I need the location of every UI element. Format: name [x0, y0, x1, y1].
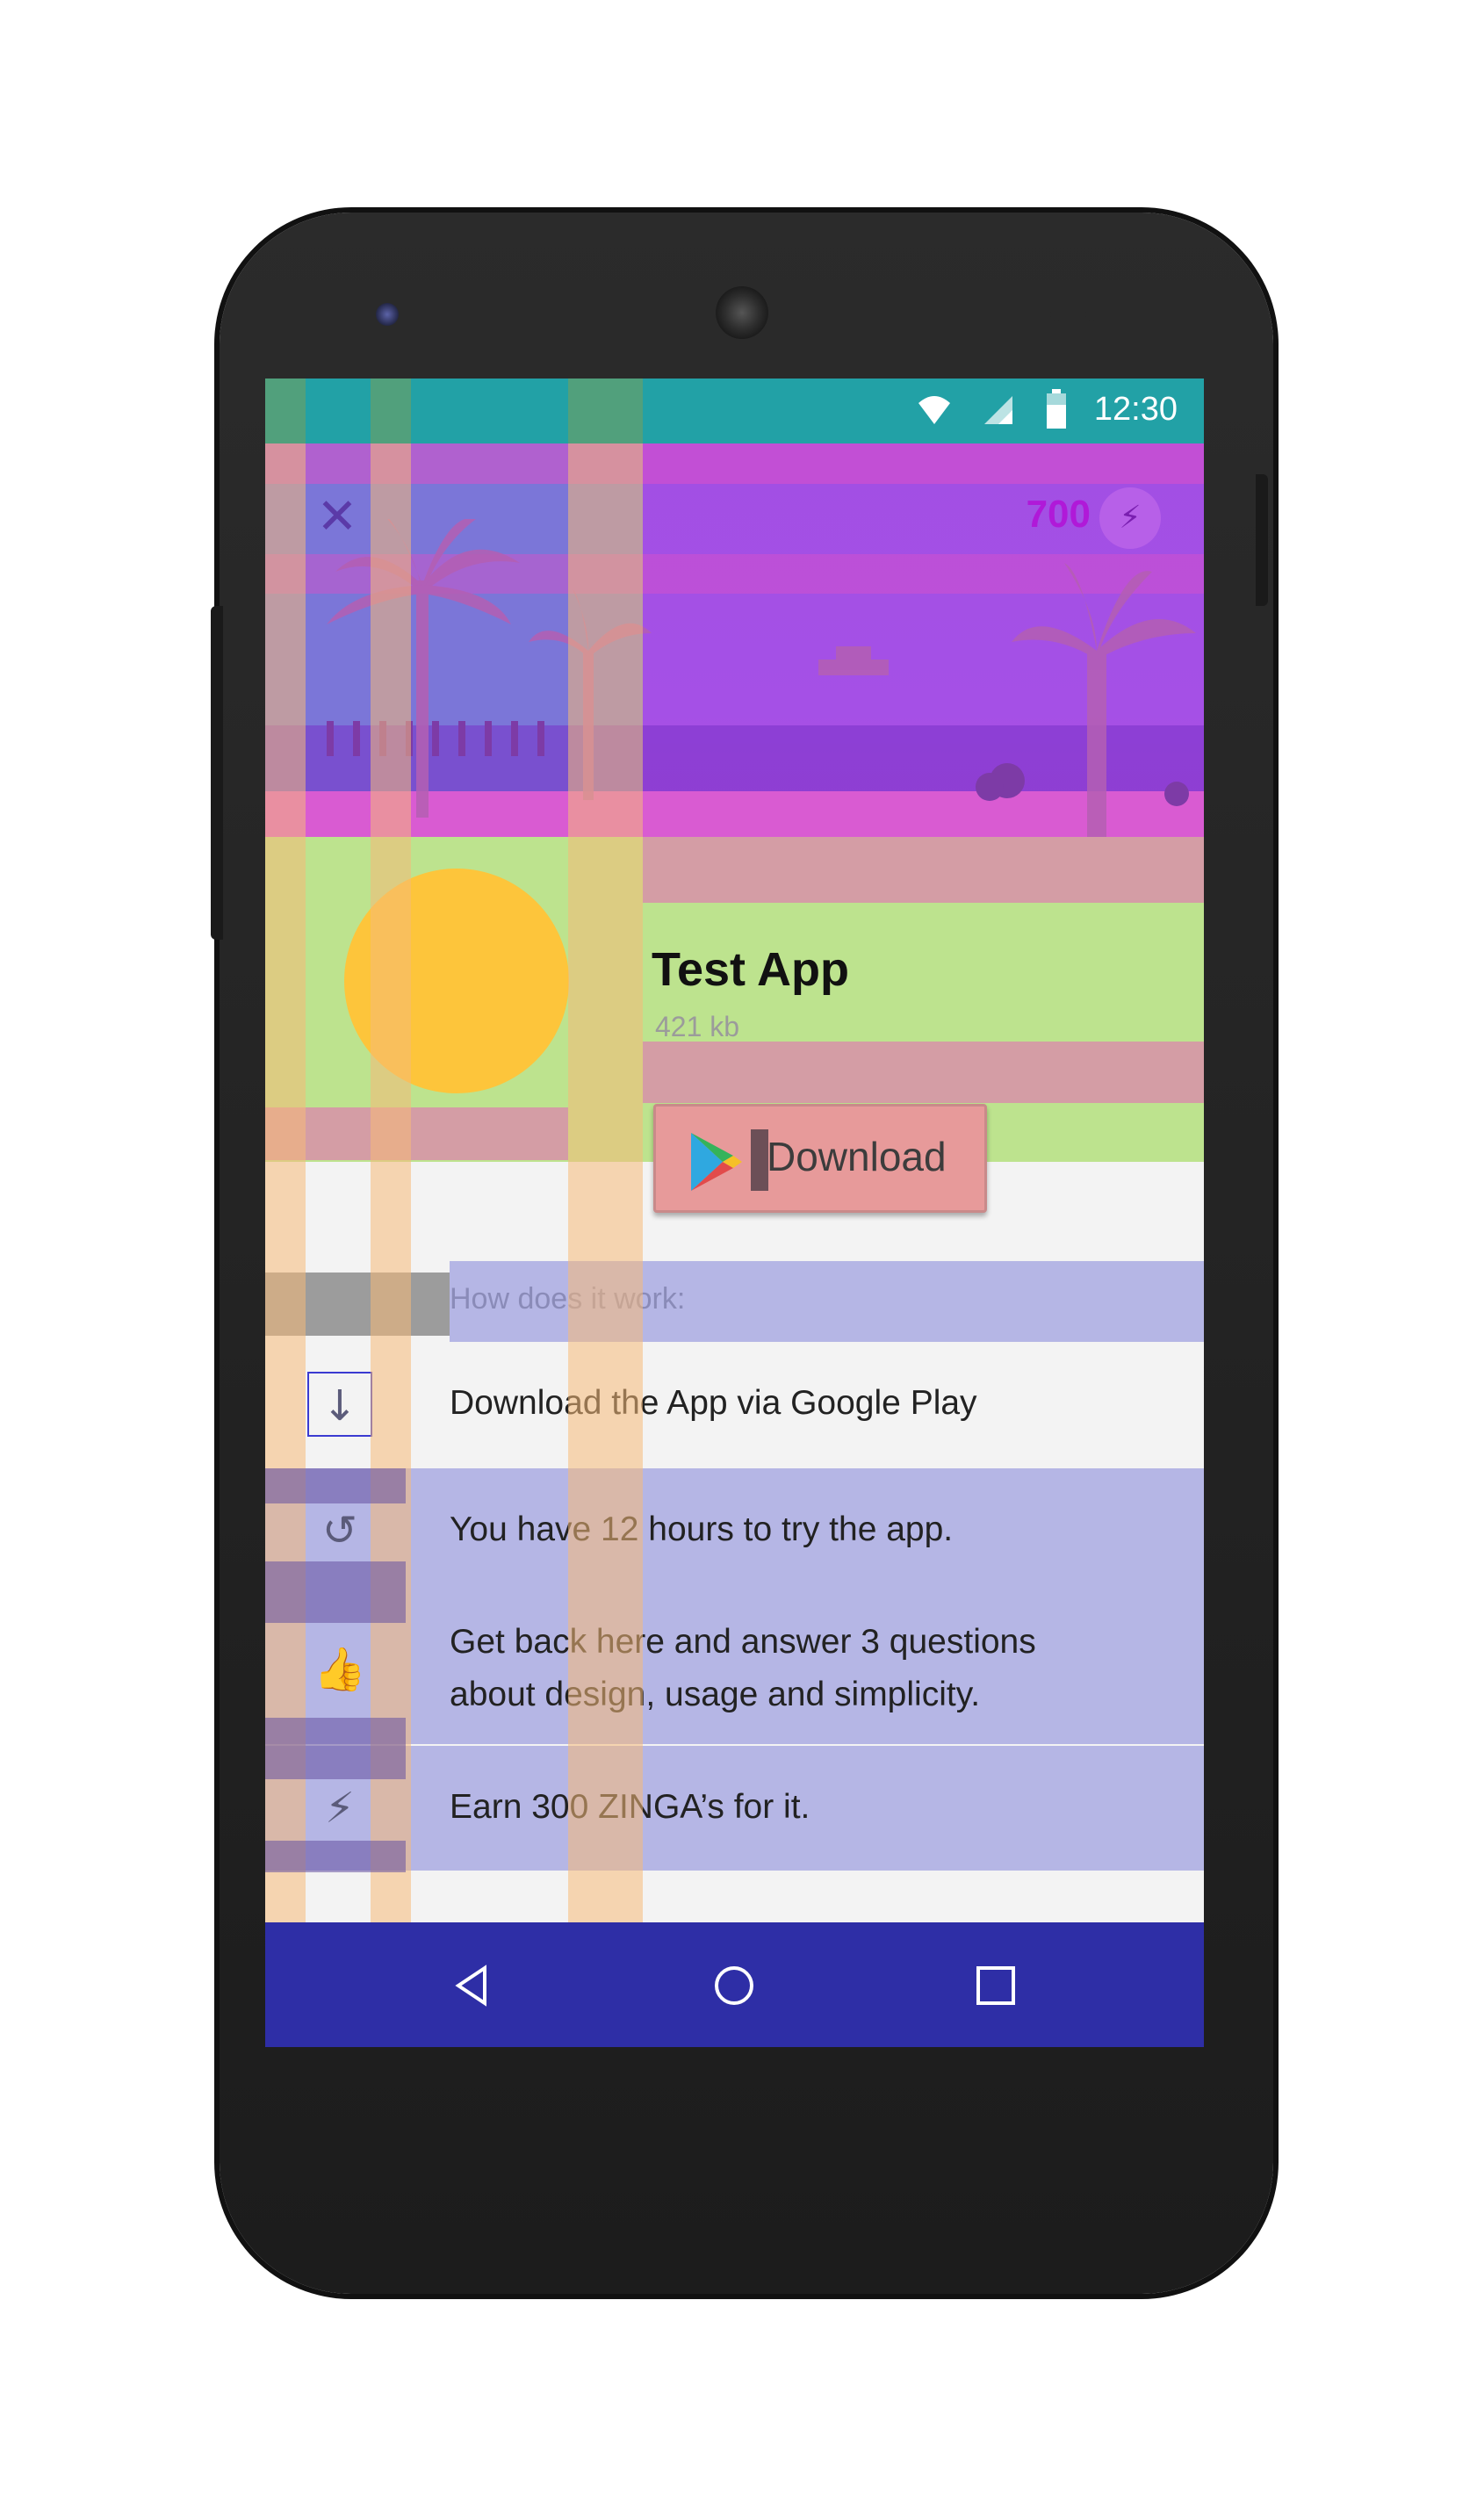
- power-button: [1256, 474, 1268, 606]
- app-title: Test App: [652, 943, 849, 996]
- recents-icon[interactable]: [975, 1965, 1017, 2007]
- download-label: Download: [767, 1134, 947, 1179]
- home-icon[interactable]: [713, 1965, 755, 2007]
- phone-screen: 12:30 ✕ 700 ⚡ Test App 421 kb Download H…: [265, 379, 1204, 2047]
- overlay-block: [265, 1841, 406, 1872]
- lightning-icon[interactable]: ⚡: [1099, 487, 1161, 549]
- overlay-column: [371, 379, 411, 443]
- lightning-icon: ⚡: [325, 1784, 355, 1833]
- step-text-line-2: about design, usage and simplicity.: [450, 1676, 981, 1713]
- overlay-column: [371, 443, 411, 1922]
- overlay-block: [265, 1107, 568, 1160]
- thumbs-up-down-icon: 👍: [313, 1645, 366, 1694]
- step-text-line-1: Get back here and answer 3 questions: [450, 1623, 1036, 1661]
- front-camera: [376, 303, 399, 326]
- overlay-column: [265, 443, 306, 1922]
- google-play-icon: [691, 1133, 742, 1191]
- step-text: You have 12 hours to try the app.: [450, 1510, 954, 1548]
- overlay-column: [568, 443, 643, 1928]
- status-time: 12:30: [1093, 391, 1178, 428]
- app-size: 421 kb: [655, 1011, 740, 1042]
- close-icon: ✕: [316, 488, 358, 545]
- earpiece-speaker: [716, 286, 768, 339]
- download-arrow-icon: ↓: [307, 1372, 372, 1437]
- light-sensor: [1085, 308, 1098, 321]
- how-it-works-header: How does it work:: [450, 1261, 1204, 1342]
- text-cursor: [751, 1129, 768, 1191]
- overlay-block: [643, 837, 1204, 903]
- back-icon[interactable]: [451, 1965, 493, 2007]
- download-button[interactable]: Download: [653, 1104, 987, 1213]
- palm-tree-illustration: [327, 519, 1196, 853]
- overlay-block: [265, 1561, 406, 1623]
- step-text: Download the App via Google Play: [450, 1384, 977, 1422]
- overlay-block: [643, 1042, 1204, 1103]
- battery-icon: [1047, 389, 1066, 429]
- proximity-sensor: [1050, 308, 1063, 321]
- volume-button: [211, 606, 223, 940]
- coin-balance: 700: [1026, 493, 1091, 536]
- signal-icon: [984, 396, 1012, 424]
- close-button[interactable]: ✕: [311, 491, 364, 544]
- wifi-icon: [918, 396, 950, 424]
- overlay-block: [265, 1718, 406, 1779]
- navigation-bar: [265, 1922, 1204, 2047]
- overlay-column: [265, 379, 306, 443]
- overlay-block: [265, 1468, 406, 1503]
- overlay-column: [568, 379, 643, 443]
- history-icon: ↺: [321, 1506, 358, 1555]
